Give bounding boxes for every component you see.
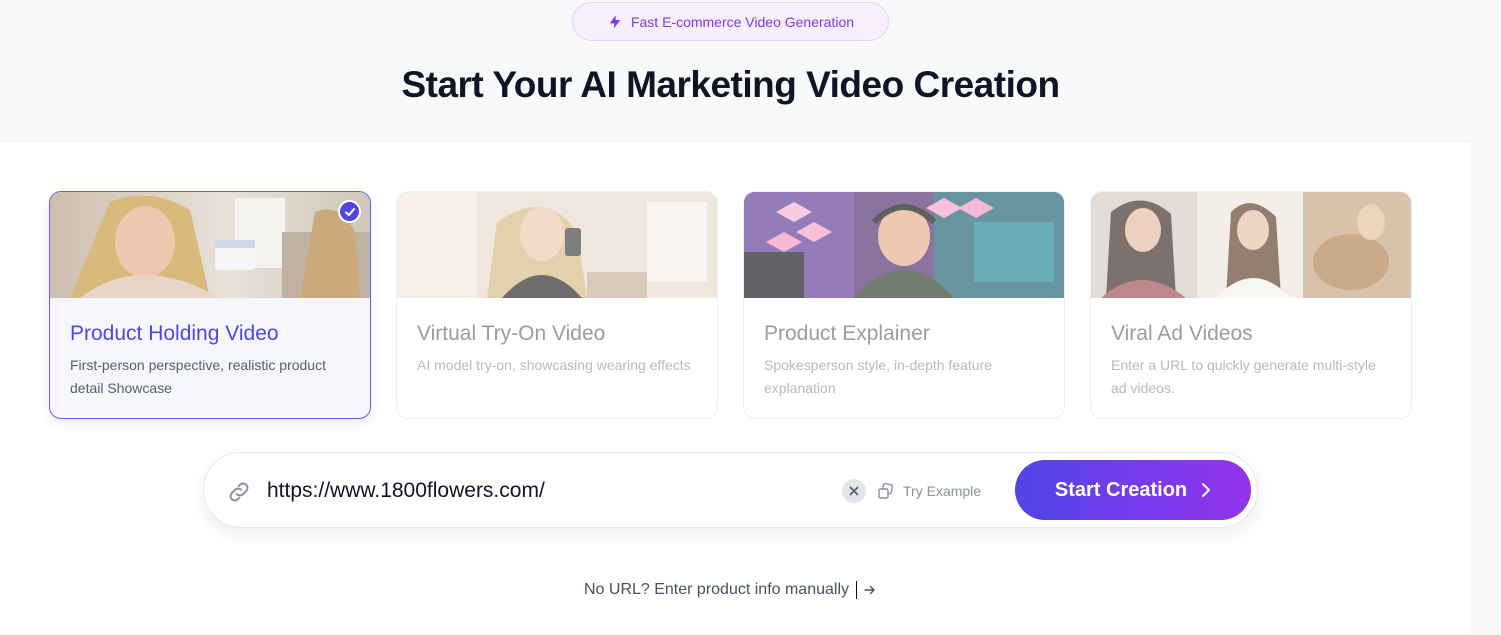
start-creation-button[interactable]: Start Creation — [1015, 460, 1251, 520]
chevron-right-icon — [1202, 483, 1211, 497]
card-virtual-try-on-video[interactable]: Virtual Try-On Video AI model try-on, sh… — [396, 191, 718, 419]
link-icon — [229, 482, 249, 502]
clear-button[interactable] — [842, 479, 866, 503]
feature-badge: Fast E-commerce Video Generation — [572, 2, 889, 41]
card-title: Product Holding Video — [70, 322, 279, 345]
manual-entry-label: No URL? Enter product info manually — [583, 581, 850, 598]
video-type-cards: Product Holding Video First-person persp… — [49, 191, 1412, 419]
card-thumbnail — [50, 192, 370, 298]
card-title: Viral Ad Videos — [1111, 322, 1253, 345]
dice-icon — [878, 482, 894, 499]
try-example-label: Try Example — [903, 483, 982, 499]
url-input-bar: Try Example Start Creation — [203, 452, 1258, 528]
card-description: AI model try-on, showcasing wearing effe… — [417, 357, 691, 373]
page-title: Start Your AI Marketing Video Creation — [401, 64, 1060, 105]
lightning-icon — [609, 14, 621, 29]
card-title: Virtual Try-On Video — [417, 322, 606, 345]
try-example-button[interactable]: Try Example — [877, 480, 981, 502]
page: Fast E-commerce Video Generation Start Y… — [0, 0, 1501, 635]
card-thumbnail — [1091, 192, 1411, 298]
card-thumbnail — [397, 192, 717, 298]
manual-entry-link[interactable]: No URL? Enter product info manually — [0, 581, 1461, 599]
close-icon — [849, 486, 859, 496]
scrollbar-track[interactable] — [1471, 0, 1501, 635]
card-description: Enter a URL to quickly generate multi-st… — [1111, 357, 1376, 396]
card-product-holding-video[interactable]: Product Holding Video First-person persp… — [49, 191, 371, 419]
feature-badge-label: Fast E-commerce Video Generation — [630, 13, 855, 30]
card-viral-ad-videos[interactable]: Viral Ad Videos Enter a URL to quickly g… — [1090, 191, 1412, 419]
arrow-right-icon — [864, 585, 875, 595]
start-creation-label: Start Creation — [1054, 478, 1188, 501]
url-input[interactable] — [267, 473, 827, 509]
selected-check-icon — [338, 200, 361, 223]
text-cursor — [856, 581, 858, 599]
card-description: First-person perspective, realistic prod… — [70, 357, 326, 396]
card-title: Product Explainer — [764, 322, 930, 345]
card-product-explainer[interactable]: Product Explainer Spokesperson style, in… — [743, 191, 1065, 419]
card-thumbnail — [744, 192, 1064, 298]
card-description: Spokesperson style, in-depth feature exp… — [764, 357, 993, 396]
